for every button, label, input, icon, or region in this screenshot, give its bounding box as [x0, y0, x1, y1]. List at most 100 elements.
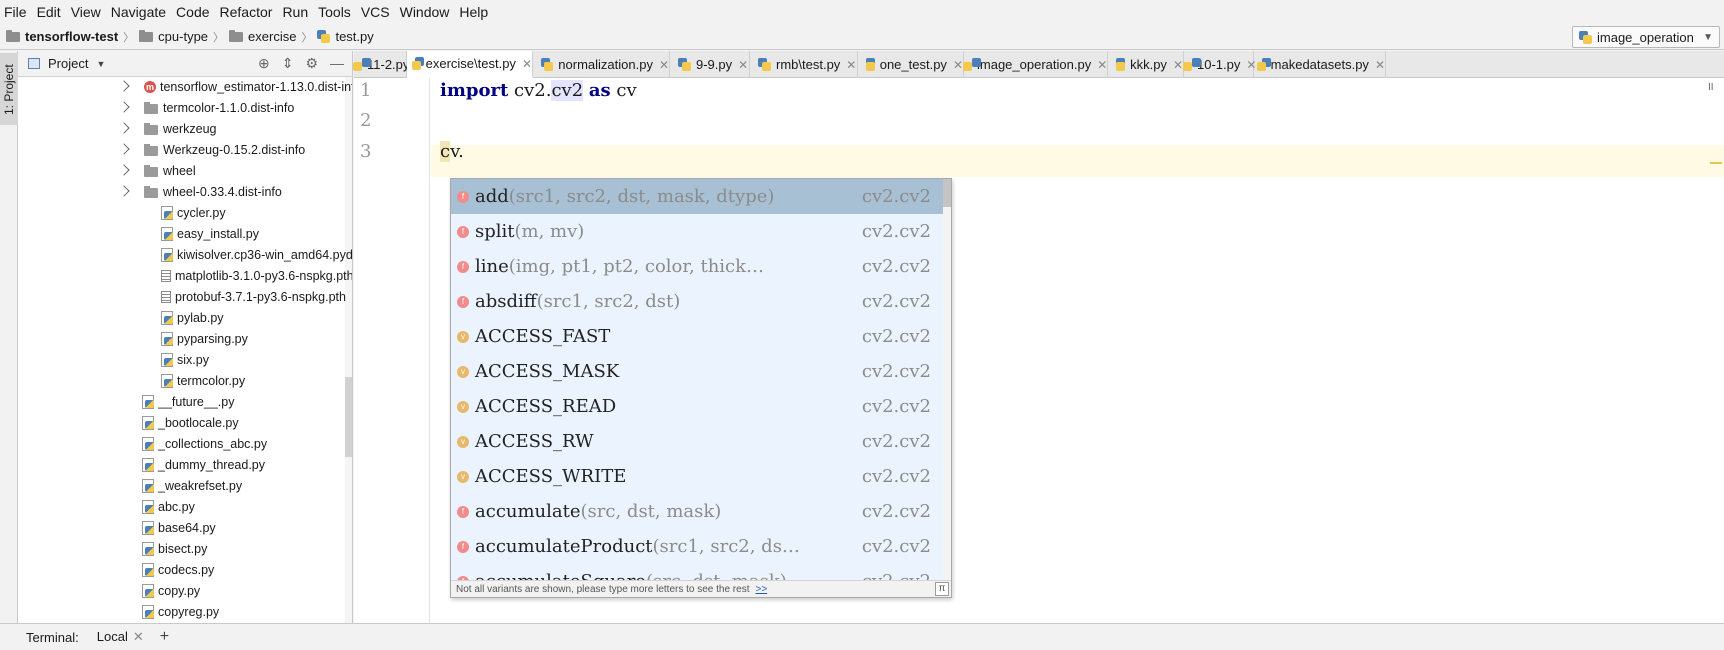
close-tab-icon[interactable]: ✕: [1375, 58, 1385, 72]
tree-item[interactable]: copy.py: [142, 580, 200, 601]
tree-item[interactable]: kiwisolver.cp36-win_amd64.pyd: [161, 244, 352, 265]
completion-scrollbar-thumb[interactable]: [943, 179, 951, 207]
tree-item[interactable]: _bootlocale.py: [142, 412, 239, 433]
tree-item[interactable]: wheel-0.33.4.dist-info: [144, 181, 282, 202]
close-tab-icon[interactable]: ✕: [846, 58, 856, 72]
tree-item[interactable]: easy_install.py: [161, 223, 259, 244]
python-file-icon: [161, 332, 174, 346]
editor-tab-label: 9-9.py: [696, 57, 733, 72]
editor-tab[interactable]: image_operation.py ✕: [963, 51, 1108, 78]
tree-item[interactable]: _weakrefset.py: [142, 475, 242, 496]
tree-item[interactable]: cycler.py: [161, 202, 226, 223]
warning-stripe[interactable]: [1710, 162, 1722, 164]
menu-item-view[interactable]: View: [67, 0, 107, 24]
add-terminal-icon[interactable]: +: [160, 628, 169, 646]
completion-more-link[interactable]: >>: [755, 584, 767, 595]
editor-tab[interactable]: one_test.py ✕: [858, 51, 964, 78]
close-tab-icon[interactable]: ✕: [953, 58, 963, 72]
tree-item[interactable]: base64.py: [142, 517, 216, 538]
menu-item-tools[interactable]: Tools: [314, 0, 357, 24]
menu-item-file[interactable]: File: [0, 0, 33, 24]
tree-item[interactable]: _collections_abc.py: [142, 433, 267, 454]
tree-item-label: protobuf-3.7.1-py3.6-nspkg.pth: [175, 289, 346, 304]
collapse-all-icon[interactable]: ⇕: [282, 55, 294, 72]
breadcrumb-file[interactable]: test.py: [335, 29, 373, 44]
editor-tab[interactable]: 11-2.py✕: [353, 51, 425, 78]
project-tool-tab[interactable]: 1: Project: [0, 53, 18, 125]
menu-item-help[interactable]: Help: [455, 0, 494, 24]
tree-item[interactable]: six.py: [161, 349, 209, 370]
completion-item[interactable]: f line (img, pt1, pt2, color, thick… cv2.cv…: [451, 249, 943, 284]
menu-item-run[interactable]: Run: [278, 0, 314, 24]
pi-icon[interactable]: π: [935, 582, 949, 596]
close-tab-icon[interactable]: ✕: [659, 58, 669, 72]
menu-item-code[interactable]: Code: [172, 0, 215, 24]
tree-item[interactable]: pylab.py: [161, 307, 224, 328]
chevron-right-icon[interactable]: [118, 101, 130, 113]
tree-item[interactable]: copyreg.py: [142, 601, 219, 622]
tree-item[interactable]: wheel: [144, 160, 196, 181]
gear-icon[interactable]: ⚙: [305, 55, 318, 72]
breadcrumb-folder-cpu-type[interactable]: cpu-type: [158, 29, 208, 44]
editor-tab[interactable]: exercise\test.py ✕: [407, 51, 533, 78]
tree-item[interactable]: abc.py: [142, 496, 195, 517]
terminal-session-local[interactable]: Local ✕: [97, 629, 144, 645]
editor-tab[interactable]: makedatasets.py ✕: [1254, 51, 1386, 78]
editor-tab[interactable]: kkk.py ✕: [1108, 51, 1184, 78]
tree-scrollbar[interactable]: [345, 77, 352, 623]
chevron-down-icon[interactable]: ▼: [96, 59, 105, 69]
close-tab-icon[interactable]: ✕: [1173, 58, 1183, 72]
completion-item[interactable]: f absdiff (src1, src2, dst) cv2.cv2: [451, 284, 943, 319]
completion-item[interactable]: v ACCESS_MASK cv2.cv2: [451, 354, 943, 389]
chevron-right-icon[interactable]: [118, 185, 130, 197]
tree-item[interactable]: _dummy_thread.py: [142, 454, 265, 475]
run-configuration-select[interactable]: image_operation ▼: [1572, 26, 1720, 48]
completion-item[interactable]: f split (m, mv) cv2.cv2: [451, 214, 943, 249]
chevron-right-icon[interactable]: [118, 164, 130, 176]
locate-icon[interactable]: ⊕: [258, 55, 270, 72]
menu-item-window[interactable]: Window: [396, 0, 456, 24]
editor-tab[interactable]: 9-9.py ✕: [670, 51, 750, 78]
tree-item[interactable]: codecs.py: [142, 559, 214, 580]
editor-tab[interactable]: 10-1.py ✕: [1183, 51, 1256, 78]
completion-item[interactable]: f accumulateProduct (src1, src2, ds… cv2.cv…: [451, 529, 943, 564]
close-tab-icon[interactable]: ✕: [522, 57, 532, 71]
chevron-right-icon[interactable]: [118, 143, 130, 155]
menu-item-navigate[interactable]: Navigate: [107, 0, 172, 24]
tree-item[interactable]: werkzeug: [144, 118, 217, 139]
chevron-right-icon[interactable]: [118, 122, 130, 134]
line-number: 3: [360, 141, 372, 162]
project-panel-title[interactable]: Project: [48, 56, 88, 71]
terminal-tab[interactable]: Terminal:: [26, 630, 79, 645]
close-tab-icon[interactable]: ✕: [738, 58, 748, 72]
breadcrumb-project[interactable]: tensorflow-test: [25, 29, 118, 44]
tree-item[interactable]: pyparsing.py: [161, 328, 248, 349]
tree-item[interactable]: termcolor-1.1.0.dist-info: [144, 97, 294, 118]
menu-item-refactor[interactable]: Refactor: [216, 0, 279, 24]
tree-item[interactable]: Werkzeug-0.15.2.dist-info: [144, 139, 305, 160]
close-icon[interactable]: ✕: [133, 629, 144, 644]
completion-item[interactable]: v ACCESS_READ cv2.cv2: [451, 389, 943, 424]
breadcrumb-folder-exercise[interactable]: exercise: [248, 29, 296, 44]
completion-item[interactable]: v ACCESS_WRITE cv2.cv2: [451, 459, 943, 494]
editor-tab-label: exercise\test.py: [425, 56, 516, 71]
completion-item[interactable]: v ACCESS_RW cv2.cv2: [451, 424, 943, 459]
tree-item[interactable]: bisect.py: [142, 538, 207, 559]
menu-item-vcs[interactable]: VCS: [357, 0, 396, 24]
completion-item[interactable]: f add (src1, src2, dst, mask, dtype) cv2.cv…: [451, 179, 943, 214]
minimize-icon[interactable]: —: [330, 55, 344, 72]
chevron-right-icon[interactable]: [118, 80, 130, 92]
completion-item[interactable]: v ACCESS_FAST cv2.cv2: [451, 319, 943, 354]
completion-scrollbar[interactable]: [943, 179, 951, 582]
completion-item[interactable]: f accumulate (src, dst, mask) cv2.cv2: [451, 494, 943, 529]
tree-item[interactable]: protobuf-3.7.1-py3.6-nspkg.pth: [161, 286, 346, 307]
tree-scrollbar-thumb[interactable]: [345, 377, 352, 457]
editor-tab[interactable]: normalization.py ✕: [533, 51, 670, 78]
close-tab-icon[interactable]: ✕: [1097, 58, 1107, 72]
editor-tab[interactable]: rmb\test.py ✕: [750, 51, 858, 78]
tree-item[interactable]: matplotlib-3.1.0-py3.6-nspkg.pth: [161, 265, 352, 286]
tree-item[interactable]: m tensorflow_estimator-1.13.0.dist-info: [144, 77, 352, 97]
tree-item[interactable]: __future__.py: [142, 391, 234, 412]
tree-item[interactable]: termcolor.py: [161, 370, 245, 391]
menu-item-edit[interactable]: Edit: [33, 0, 67, 24]
